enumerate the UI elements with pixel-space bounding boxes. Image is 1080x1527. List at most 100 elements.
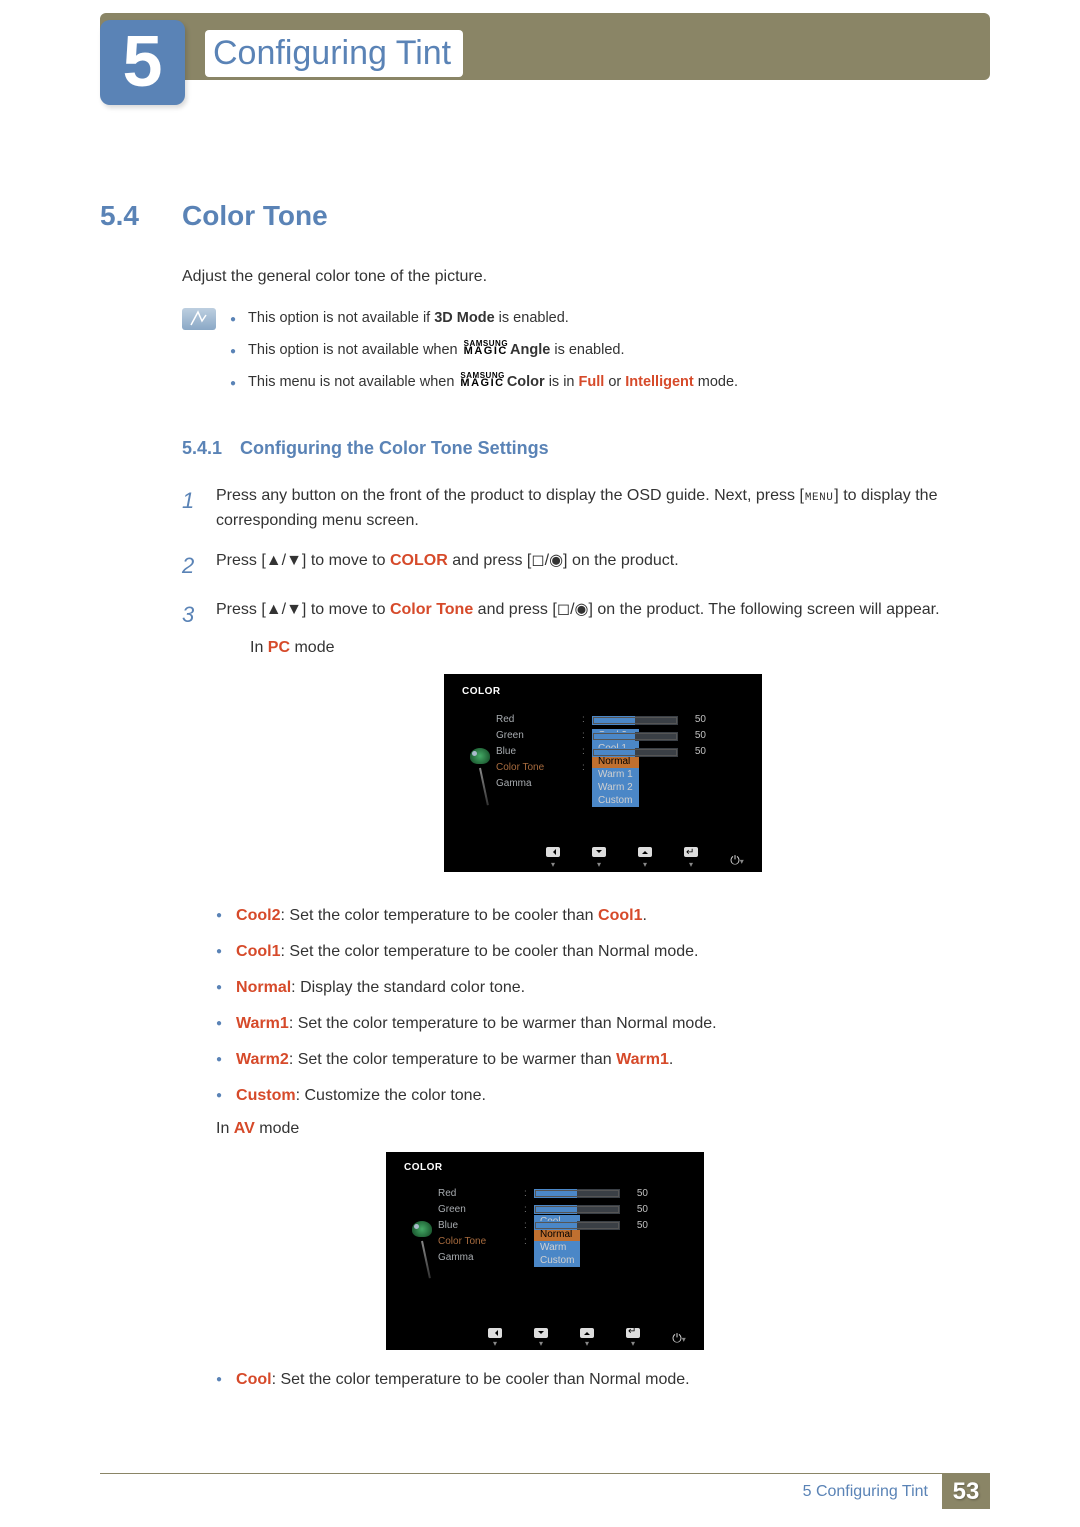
page-number: 53 xyxy=(942,1474,990,1509)
text-part: In xyxy=(250,639,268,656)
desc: : Set the color temperature to be warmer… xyxy=(289,1051,616,1068)
osd-label-selected: Color Tone xyxy=(496,760,544,776)
osd-down-icon: ▾ xyxy=(588,847,610,873)
osd-option: Warm 2 xyxy=(592,781,639,794)
samsung-magic-logo: SAMSUNGMAGIC xyxy=(464,340,508,357)
content: 5.4 Color Tone Adjust the general color … xyxy=(100,0,990,1392)
bullet-icon: ● xyxy=(230,340,236,362)
osd-slider xyxy=(592,748,678,757)
note-text-part: or xyxy=(604,374,625,390)
section-intro: Adjust the general color tone of the pic… xyxy=(182,268,990,286)
osd-label: Green xyxy=(438,1204,466,1215)
note-text: This option is not available when SAMSUN… xyxy=(248,340,624,362)
term: Cool xyxy=(236,1371,272,1388)
osd-option: Custom xyxy=(534,1254,580,1267)
definition-item: ●Normal: Display the standard color tone… xyxy=(216,976,990,1000)
highlight-text: COLOR xyxy=(390,552,448,569)
step-text: Press [ xyxy=(216,601,266,618)
step-text: and press [ xyxy=(473,601,557,618)
osd-body: Red Green Blue Color Tone Gamma :50 :50 … xyxy=(444,708,762,806)
step-text: ] on the product. The following screen w… xyxy=(589,601,940,618)
term: Custom xyxy=(236,1087,296,1104)
osd-power-icon: ⏻▾ xyxy=(668,1331,690,1346)
note-text: This option is not available if 3D Mode … xyxy=(248,308,569,330)
osd-value: 50 xyxy=(626,1188,648,1199)
bold-text: Color xyxy=(507,374,545,390)
section-number: 5.4 xyxy=(100,200,160,232)
section-title: Color Tone xyxy=(182,200,328,232)
note-item: ● This option is not available if 3D Mod… xyxy=(230,308,738,330)
mode-label: In PC mode xyxy=(250,635,990,661)
bullet-icon: ● xyxy=(230,308,236,330)
term: Warm2 xyxy=(236,1051,289,1068)
osd-title: COLOR xyxy=(386,1152,704,1181)
mode-label: In AV mode xyxy=(216,1120,990,1138)
definition-item: ●Cool: Set the color temperature to be c… xyxy=(216,1368,990,1392)
definition-item: ● Warm2: Set the color temperature to be … xyxy=(216,1048,990,1072)
note-list: ● This option is not available if 3D Mod… xyxy=(230,308,738,404)
osd-values: :50 :50 :50 : Cool 2 Cool 1 Normal Warm … xyxy=(582,712,750,806)
osd-label: Red xyxy=(438,1188,456,1199)
osd-title: COLOR xyxy=(444,674,762,708)
step-text: Press [ xyxy=(216,552,266,569)
osd-label: Green xyxy=(496,728,524,744)
step-body: Press [▲/▼] to move to Color Tone and pr… xyxy=(216,597,990,890)
definition-item: ●Cool2: Set the color temperature to be … xyxy=(216,904,990,928)
term: Warm1 xyxy=(616,1051,669,1068)
osd-up-icon: ▾ xyxy=(576,1328,598,1349)
osd-screenshot-av: COLOR Red Green Blue Color Tone Gamma :5… xyxy=(386,1152,704,1350)
text-part: mode xyxy=(255,1120,299,1137)
osd-decor-icon xyxy=(468,748,492,806)
definition-list: ● Cool2: Set the color temperature to be … xyxy=(216,904,990,1108)
def-text: Cool1: Set the color temperature to be c… xyxy=(236,940,698,964)
note-text-part: This option is not available if xyxy=(248,310,434,326)
step-item: 3 Press [▲/▼] to move to Color Tone and … xyxy=(182,597,990,890)
bold-text: 3D Mode xyxy=(434,310,494,326)
osd-label: Blue xyxy=(496,744,516,760)
definition-list: ●Cool: Set the color temperature to be c… xyxy=(216,1368,990,1392)
step-number: 2 xyxy=(182,548,198,583)
bullet-icon: ● xyxy=(216,940,222,964)
step-text: Press any button on the front of the pro… xyxy=(216,487,804,504)
note-text: This menu is not available when SAMSUNGM… xyxy=(248,372,738,394)
text-part: mode xyxy=(290,639,334,656)
osd-label: Gamma xyxy=(438,1252,474,1263)
osd-option-selected: Normal xyxy=(534,1228,580,1241)
definition-item: ●Warm1: Set the color temperature to be … xyxy=(216,1012,990,1036)
def-text: Normal: Display the standard color tone. xyxy=(236,976,525,1000)
desc: : Set the color temperature to be cooler… xyxy=(281,943,699,960)
osd-body: Red Green Blue Color Tone Gamma :50 :50 … xyxy=(386,1181,704,1279)
osd-enter-icon: ▾ xyxy=(680,847,702,873)
osd-values: :50 :50 :50 : Cool Normal Warm Custom xyxy=(524,1185,692,1279)
osd-down-icon: ▾ xyxy=(530,1328,552,1349)
osd-left-icon: ▾ xyxy=(484,1328,506,1349)
osd-label: Gamma xyxy=(496,776,532,792)
bullet-icon: ● xyxy=(216,1048,222,1072)
def-text: Warm2: Set the color temperature to be w… xyxy=(236,1048,673,1072)
osd-option: Warm xyxy=(534,1241,580,1254)
select-key-icon: ◻/◉ xyxy=(531,552,563,569)
select-key-icon: ◻/◉ xyxy=(557,601,589,618)
step-body: Press [▲/▼] to move to COLOR and press [… xyxy=(216,548,990,583)
osd-slider xyxy=(534,1189,620,1198)
bullet-icon: ● xyxy=(216,1084,222,1108)
def-text: Cool2: Set the color temperature to be c… xyxy=(236,904,647,928)
bullet-icon: ● xyxy=(216,1368,222,1392)
osd-label: Blue xyxy=(438,1220,458,1231)
osd-labels: Red Green Blue Color Tone Gamma xyxy=(496,712,578,806)
osd-value: 50 xyxy=(684,744,706,760)
page: 5 Configuring Tint 5.4 Color Tone Adjust… xyxy=(0,0,1080,1527)
page-footer: 5 Configuring Tint 53 xyxy=(100,1473,990,1509)
osd-decor-icon xyxy=(410,1221,434,1279)
osd-option-selected: Normal xyxy=(592,755,639,768)
osd-slider xyxy=(592,732,678,741)
desc: . xyxy=(669,1051,673,1068)
osd-up-icon: ▾ xyxy=(634,847,656,873)
bullet-icon: ● xyxy=(216,1012,222,1036)
steps-list: 1 Press any button on the front of the p… xyxy=(182,483,990,891)
text-part: In xyxy=(216,1120,234,1137)
osd-label: Red xyxy=(496,712,514,728)
desc: : Customize the color tone. xyxy=(296,1087,486,1104)
osd-label-selected: Color Tone xyxy=(438,1236,486,1247)
osd-screenshot-pc: COLOR Red Green Blue Color Tone Gamma xyxy=(444,674,762,872)
